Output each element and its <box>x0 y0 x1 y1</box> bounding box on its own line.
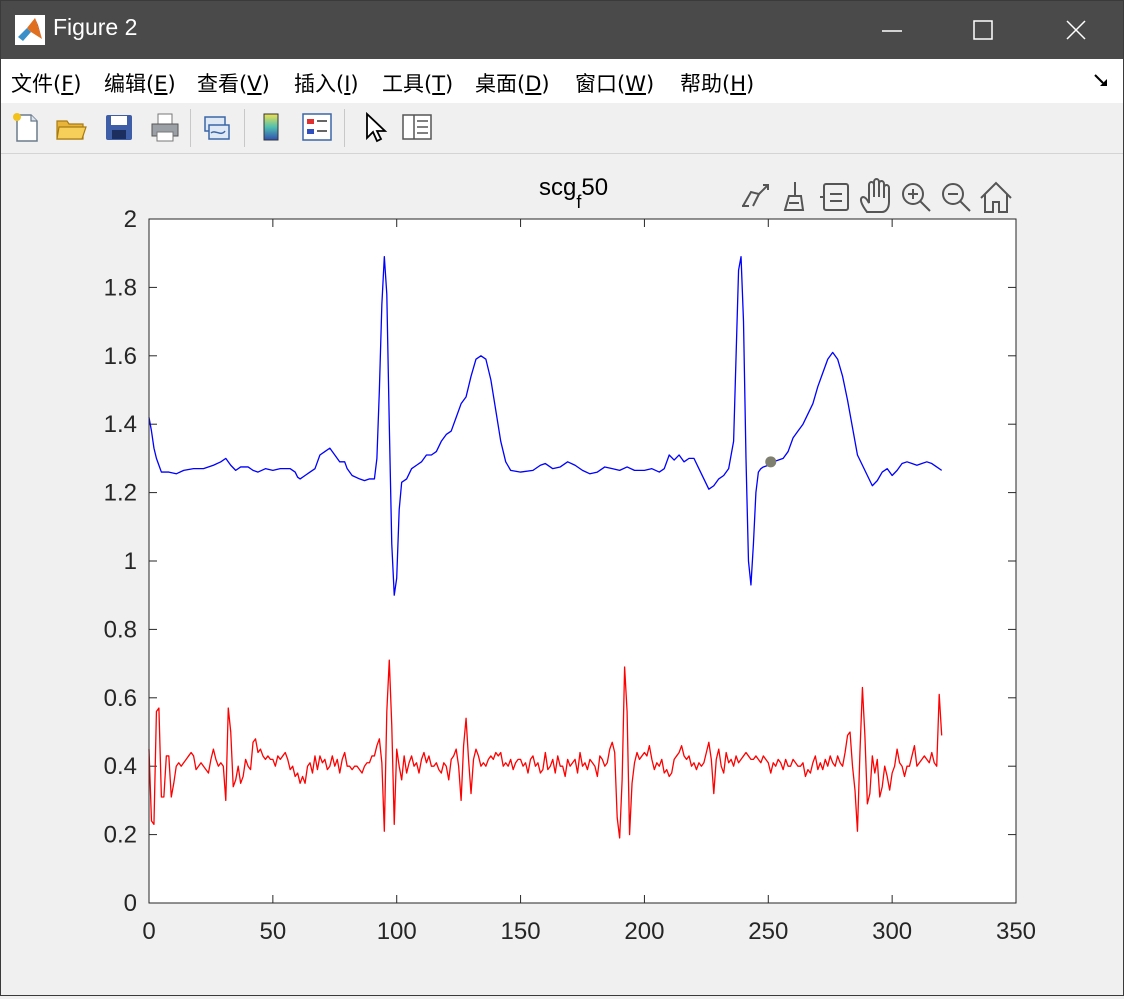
chart-svg: 0 50 100 150 200 250 300 350 0 0.2 0.4 0.6 0.8 1 1.2 1.… <box>104 174 1036 945</box>
link-plot-icon[interactable] <box>199 109 235 145</box>
zoom-in-icon[interactable] <box>898 182 932 214</box>
plot-area[interactable] <box>149 219 1016 903</box>
dock-arrow-icon[interactable] <box>1093 71 1111 89</box>
home-icon[interactable] <box>978 181 1012 214</box>
axes-toolbar <box>738 178 1012 214</box>
x-tick-label: 100 <box>377 918 417 945</box>
x-tick-label: 300 <box>872 918 912 945</box>
x-tick-label: 0 <box>142 918 155 945</box>
data-tips-icon[interactable] <box>738 182 772 214</box>
maximize-icon <box>973 20 993 40</box>
toolbar-separator <box>244 109 245 147</box>
data-cursor-marker[interactable] <box>765 456 777 468</box>
toolbar-separator <box>190 109 191 147</box>
toolbar-separator <box>344 109 345 147</box>
x-tick-label: 350 <box>996 918 1036 945</box>
x-tick-label: 250 <box>748 918 788 945</box>
close-button[interactable] <box>1031 1 1123 59</box>
y-tick-label: 1.2 <box>104 480 137 507</box>
menu-tools[interactable]: 工具(T) <box>382 68 453 98</box>
matlab-logo-icon <box>15 15 45 45</box>
save-icon[interactable] <box>101 109 137 145</box>
y-tick-label: 0.8 <box>104 616 137 643</box>
figure-window: Figure 2 文件(F) 编辑(E) 查看(V) 插入(I) 工具(T) 桌… <box>0 0 1124 996</box>
legend-icon[interactable] <box>299 109 335 145</box>
data-cursor-icon[interactable] <box>818 182 852 214</box>
menu-window[interactable]: 窗口(W) <box>575 68 654 98</box>
x-tick-label: 50 <box>260 918 287 945</box>
brush-icon[interactable] <box>778 182 812 214</box>
x-tick-label: 200 <box>624 918 664 945</box>
minimize-button[interactable] <box>847 1 939 59</box>
y-tick-label: 1.6 <box>104 343 137 370</box>
minimize-icon <box>882 30 902 32</box>
chart-title: scgf50 <box>539 174 608 212</box>
menu-insert[interactable]: 插入(I) <box>294 68 359 98</box>
property-inspector-icon[interactable] <box>399 109 435 145</box>
print-icon[interactable] <box>147 109 183 145</box>
y-tick-label: 0.2 <box>104 822 137 849</box>
menu-file[interactable]: 文件(F) <box>11 68 82 98</box>
y-tick-label: 1 <box>124 548 137 575</box>
y-tick-label: 2 <box>124 206 137 233</box>
menu-help[interactable]: 帮助(H) <box>680 68 754 98</box>
zoom-out-icon[interactable] <box>938 182 972 214</box>
y-tick-label: 0 <box>124 890 137 917</box>
open-file-icon[interactable] <box>53 109 89 145</box>
edit-plot-arrow-icon[interactable] <box>357 109 393 145</box>
pan-hand-icon[interactable] <box>858 178 892 214</box>
maximize-button[interactable] <box>939 1 1031 59</box>
figure-toolbar <box>1 103 1123 154</box>
new-figure-icon[interactable] <box>9 109 45 145</box>
y-tick-label: 1.4 <box>104 411 137 438</box>
menu-bar: 文件(F) 编辑(E) 查看(V) 插入(I) 工具(T) 桌面(D) 窗口(W… <box>1 59 1123 103</box>
y-tick-label: 0.6 <box>104 685 137 712</box>
menu-desktop[interactable]: 桌面(D) <box>475 68 550 98</box>
title-bar[interactable]: Figure 2 <box>1 1 1123 59</box>
colorbar-icon[interactable] <box>254 109 290 145</box>
x-tick-label: 150 <box>501 918 541 945</box>
window-title: Figure 2 <box>53 14 138 40</box>
menu-edit[interactable]: 编辑(E) <box>104 68 176 98</box>
close-icon <box>1066 20 1086 40</box>
y-tick-label: 1.8 <box>104 274 137 301</box>
menu-view[interactable]: 查看(V) <box>197 68 270 98</box>
figure-canvas: 0 50 100 150 200 250 300 350 0 0.2 0.4 0.6 0.8 1 1.2 1.… <box>1 154 1123 995</box>
y-tick-label: 0.4 <box>104 753 137 780</box>
